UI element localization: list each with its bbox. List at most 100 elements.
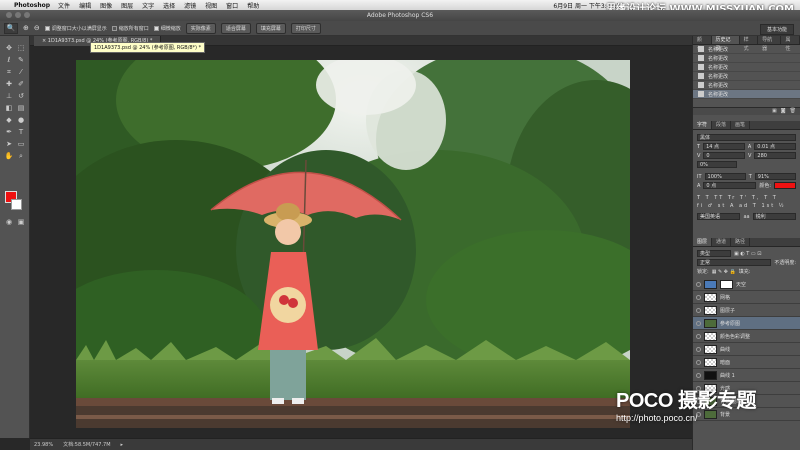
zoom-out-icon[interactable]: ⊖	[34, 24, 40, 32]
zoom-in-icon[interactable]: ⊕	[23, 24, 29, 32]
resize-windows-checkbox[interactable]: 调整窗口大小以满屏显示	[44, 25, 107, 32]
background-color-swatch[interactable]	[11, 199, 22, 210]
visibility-icon[interactable]	[696, 333, 701, 339]
shape-tool-icon[interactable]: ▭	[16, 140, 26, 148]
actual-pixels-button[interactable]: 实际像素	[185, 22, 216, 34]
layer-row[interactable]: 曲线	[693, 343, 800, 356]
opentype-buttons[interactable]: fi ♂ st A ad T 1st ½	[697, 203, 796, 209]
tab-history[interactable]: 历史记录	[711, 36, 740, 52]
tab-character[interactable]: 字符	[693, 121, 713, 129]
faux-style-buttons[interactable]: T T TT Tr T' T, T T	[697, 195, 796, 201]
menu-image[interactable]: 图像	[100, 1, 112, 10]
blur-tool-icon[interactable]: ◆	[4, 116, 14, 124]
kerning-field[interactable]: 0	[703, 152, 745, 159]
tsume-field[interactable]: 0%	[697, 161, 737, 168]
visibility-icon[interactable]	[696, 372, 701, 378]
tab-paths[interactable]: 路径	[731, 238, 751, 246]
healing-brush-tool-icon[interactable]: ✚	[4, 80, 14, 88]
tab-layers[interactable]: 图层	[693, 238, 713, 246]
menu-app-name[interactable]: Photoshop	[14, 2, 50, 9]
crop-tool-icon[interactable]: ⌗	[4, 68, 14, 76]
layer-row[interactable]: 暗面	[693, 356, 800, 369]
fill-screen-button[interactable]: 填充屏幕	[255, 22, 286, 34]
history-brush-tool-icon[interactable]: ↺	[16, 92, 26, 100]
tab-properties[interactable]: 属性	[781, 36, 800, 52]
type-tool-icon[interactable]: T	[16, 128, 26, 136]
tab-brush[interactable]: 画笔	[731, 121, 751, 129]
new-snapshot-icon[interactable]: ▣	[772, 108, 777, 115]
menu-file[interactable]: 文件	[58, 1, 70, 10]
pen-tool-icon[interactable]: ✒	[4, 128, 14, 136]
history-row[interactable]: 名称更改	[693, 54, 800, 63]
visibility-icon[interactable]	[696, 320, 701, 326]
status-menu-icon[interactable]: ▸	[121, 442, 124, 448]
zoom-tool-icon[interactable]: ⌕	[16, 152, 26, 160]
layer-row-selected[interactable]: 参考原图	[693, 317, 800, 330]
leading-field[interactable]: 0.01 点	[754, 143, 797, 150]
layer-row[interactable]: 天空	[693, 278, 800, 291]
menu-edit[interactable]: 编辑	[79, 1, 91, 10]
zoom-all-windows-checkbox[interactable]: 缩放所有窗口	[111, 25, 149, 32]
hand-tool-icon[interactable]: ✋	[4, 152, 14, 160]
minimize-window-button[interactable]	[15, 12, 21, 18]
visibility-icon[interactable]	[696, 346, 701, 352]
vertical-scale-field[interactable]: 100%	[704, 173, 746, 180]
text-color-swatch[interactable]	[774, 182, 796, 189]
move-tool-icon[interactable]: ✥	[4, 44, 14, 52]
menu-window[interactable]: 窗口	[226, 1, 238, 10]
menu-type[interactable]: 文字	[142, 1, 154, 10]
quick-select-tool-icon[interactable]: ✎	[16, 56, 26, 64]
tab-styles[interactable]: 样式	[740, 36, 759, 52]
quick-mask-icon[interactable]: ◉	[4, 218, 14, 226]
blend-mode-select[interactable]: 正常	[697, 259, 772, 266]
lasso-tool-icon[interactable]: ℓ	[4, 56, 14, 64]
visibility-icon[interactable]	[696, 294, 701, 300]
zoom-window-button[interactable]	[24, 12, 30, 18]
history-row[interactable]: 名称更改	[693, 63, 800, 72]
dodge-tool-icon[interactable]: ●	[16, 116, 26, 124]
canvas-area[interactable]	[30, 46, 692, 438]
print-size-button[interactable]: 打印尺寸	[290, 22, 321, 34]
language-select[interactable]: 美国英语	[697, 213, 741, 220]
visibility-icon[interactable]	[696, 307, 701, 313]
tab-color[interactable]: 颜色	[693, 36, 712, 52]
document-photo[interactable]	[76, 60, 630, 428]
menu-select[interactable]: 选择	[163, 1, 175, 10]
marquee-tool-icon[interactable]: ⬚	[16, 44, 26, 52]
layer-row[interactable]: 颜色色彩调整	[693, 330, 800, 343]
screen-mode-icon[interactable]: ▣	[16, 218, 26, 226]
path-select-tool-icon[interactable]: ➤	[4, 140, 14, 148]
font-family-select[interactable]: 黑体	[697, 134, 796, 141]
scrubby-zoom-checkbox[interactable]: 细微缩放	[153, 25, 181, 32]
font-size-field[interactable]: 14 点	[703, 143, 745, 150]
brush-tool-icon[interactable]: ✐	[16, 80, 26, 88]
camera-icon[interactable]: ◙	[781, 108, 786, 115]
trash-icon[interactable]: 🗑	[790, 108, 796, 115]
horizontal-scale-field[interactable]: 91%	[754, 173, 796, 180]
baseline-field[interactable]: 0 点	[703, 182, 757, 189]
layer-kind-filter[interactable]: 类型	[697, 250, 731, 257]
eyedropper-tool-icon[interactable]: ⁄	[16, 68, 26, 76]
zoom-tool-preset-icon[interactable]: 🔍	[4, 22, 18, 34]
tab-channels[interactable]: 通道	[712, 238, 732, 246]
history-row-selected[interactable]: 名称更改	[693, 90, 800, 99]
history-row[interactable]: 名称更改	[693, 72, 800, 81]
visibility-icon[interactable]	[696, 281, 701, 287]
close-window-button[interactable]	[6, 12, 12, 18]
visibility-icon[interactable]	[696, 359, 701, 365]
clone-stamp-tool-icon[interactable]: ⊥	[4, 92, 14, 100]
fit-screen-button[interactable]: 适合屏幕	[220, 22, 251, 34]
zoom-level[interactable]: 23.98%	[34, 442, 53, 448]
lock-icons[interactable]: ▦ ✎ ✥ 🔒	[712, 269, 736, 275]
filter-icons[interactable]: ▣ ◐ T ▭ ⊡	[734, 251, 761, 257]
document-size[interactable]: 文档:58.5M/747.7M	[63, 441, 110, 448]
menu-filter[interactable]: 滤镜	[184, 1, 196, 10]
antialias-select[interactable]: 锐利	[752, 213, 797, 220]
eraser-tool-icon[interactable]: ◧	[4, 104, 14, 112]
tab-navigator[interactable]: 导航器	[758, 36, 782, 52]
layer-row[interactable]: 图层子	[693, 304, 800, 317]
gradient-tool-icon[interactable]: ▤	[16, 104, 26, 112]
history-row[interactable]: 名称更改	[693, 81, 800, 90]
layer-row[interactable]: 曲线 1	[693, 369, 800, 382]
workspace-switcher[interactable]: 基本功能	[759, 24, 794, 35]
